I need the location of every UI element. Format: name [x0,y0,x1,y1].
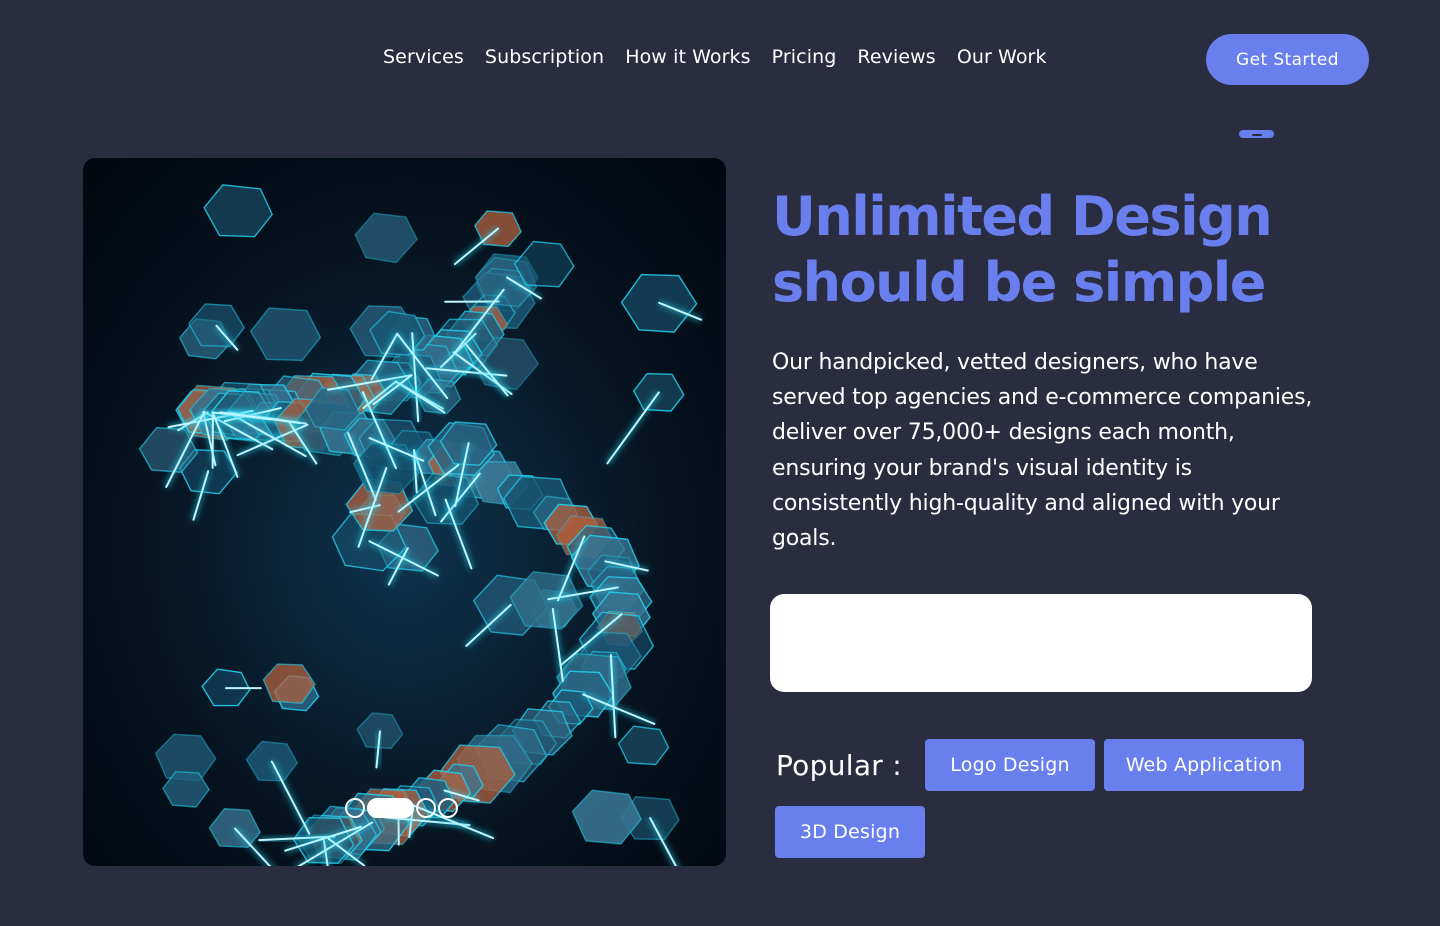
menu-toggle-icon[interactable] [1239,130,1274,138]
landing-page: Services Subscription How it Works Prici… [0,0,1440,926]
get-started-button[interactable]: Get Started [1206,34,1369,85]
carousel-dots [345,798,458,818]
popular-tag-web-application[interactable]: Web Application [1104,739,1304,791]
hero-description: Our handpicked, vetted designers, who ha… [772,350,1313,552]
hero-image [83,158,726,866]
main-nav: Services Subscription How it Works Prici… [383,43,1047,71]
headline-line-1: Unlimited Design [772,185,1273,248]
search-input[interactable] [770,594,1312,692]
nav-link-our-work[interactable]: Our Work [957,43,1047,71]
headline-line-2: should be simple [772,251,1266,314]
neon-hexagon-sculpture-image [83,158,726,866]
hero-headline: Unlimited Design should be simple [772,184,1372,316]
popular-tag-logo-design[interactable]: Logo Design [925,739,1095,791]
nav-link-reviews[interactable]: Reviews [857,43,935,71]
nav-link-services[interactable]: Services [383,43,464,71]
popular-tag-3d-design[interactable]: 3D Design [775,806,925,858]
carousel-dot-4[interactable] [438,798,458,818]
nav-link-subscription[interactable]: Subscription [485,43,604,71]
carousel-dot-1[interactable] [345,798,365,818]
nav-link-how-it-works[interactable]: How it Works [625,43,750,71]
nav-link-pricing[interactable]: Pricing [772,43,837,71]
popular-label: Popular : [776,749,903,782]
carousel-dot-2-active[interactable] [367,798,414,818]
carousel-dot-3[interactable] [416,798,436,818]
